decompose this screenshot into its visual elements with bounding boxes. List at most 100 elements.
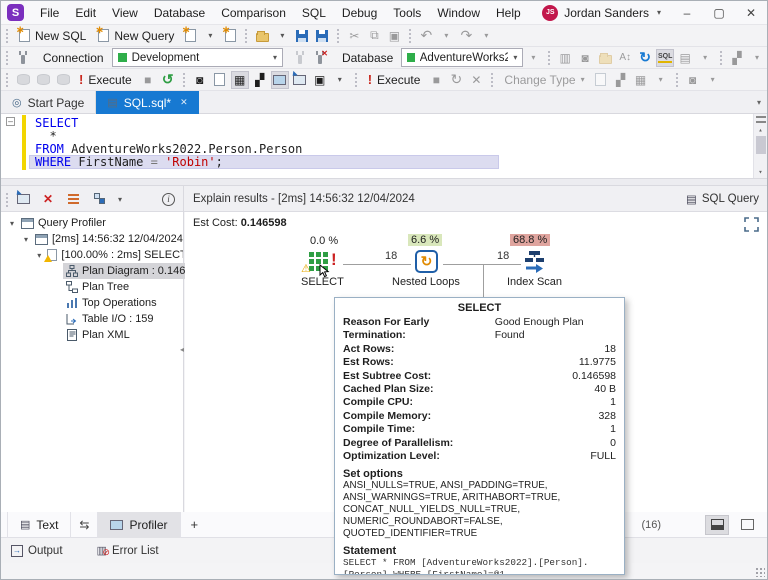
connect-button[interactable]	[291, 49, 309, 67]
tab-text[interactable]: ▤ Text	[7, 511, 72, 538]
user-menu-caret-icon[interactable]: ▾	[657, 8, 661, 17]
toolbar-grip[interactable]	[5, 28, 9, 43]
scroll-up-icon[interactable]: ▴	[758, 126, 762, 134]
swap-tabs-icon[interactable]: ⇆	[71, 518, 97, 532]
tree-item-query-profiler[interactable]: ▾ Query Profiler	[1, 215, 183, 231]
results-cascade-button[interactable]: ▞	[612, 71, 630, 89]
toolbar-grip[interactable]	[547, 50, 552, 65]
open-query-folder-button[interactable]	[596, 49, 614, 67]
tree-item-plan-diagram[interactable]: Plan Diagram : 0.146598	[1, 263, 207, 279]
scroll-down-icon[interactable]: ▾	[758, 168, 762, 176]
output-button[interactable]: → Output	[1, 544, 73, 557]
view-mode-dropdown[interactable]: ▾	[111, 190, 129, 208]
tree-item-plan-tree[interactable]: Plan Tree	[1, 279, 183, 295]
maximize-button[interactable]: ▢	[703, 1, 735, 25]
full-layout-toggle[interactable]	[735, 515, 759, 535]
snippet-button[interactable]: ◙	[576, 49, 594, 67]
results-dropdown[interactable]: ▾	[652, 71, 670, 89]
database-select[interactable]: AdventureWorks20... ▾	[401, 48, 524, 67]
database-extra-dropdown[interactable]: ▾	[524, 49, 542, 67]
toolbar-grip[interactable]	[244, 28, 249, 43]
new-connection-button[interactable]	[14, 49, 32, 67]
fold-marker[interactable]: –	[6, 117, 15, 126]
tab-overflow-dropdown[interactable]: ▾	[757, 98, 761, 107]
save-button[interactable]	[293, 27, 311, 45]
resize-grip[interactable]	[755, 567, 765, 577]
undo-dropdown[interactable]: ▾	[437, 27, 455, 45]
add-image-button[interactable]	[291, 71, 309, 89]
window-layout-button[interactable]: ▞	[728, 49, 746, 67]
menu-view[interactable]: View	[104, 1, 146, 25]
tile-view-button[interactable]: ▞	[251, 71, 269, 89]
new-document-dropdown[interactable]: ▾	[201, 27, 219, 45]
redo-dropdown[interactable]: ▾	[477, 27, 495, 45]
show-plan-button[interactable]: ▦	[230, 70, 249, 89]
connection-select[interactable]: Development ▾	[111, 48, 283, 67]
editor-scrollbar[interactable]: ▴ ▾	[753, 114, 767, 178]
chevron-down-icon[interactable]: ▾	[21, 235, 31, 244]
plan-tools-dropdown[interactable]: ▾	[331, 71, 349, 89]
new-query-button[interactable]: ∗ New Query	[92, 25, 180, 46]
toolbar-grip[interactable]	[5, 191, 9, 207]
toolbar-grip[interactable]	[719, 50, 724, 65]
view-mode-button[interactable]	[91, 190, 109, 208]
parameters-dropdown[interactable]: ▾	[696, 49, 714, 67]
fit-results-button[interactable]: ▦	[632, 71, 650, 89]
collapse-tree-arrow-icon[interactable]: ◂	[180, 345, 184, 354]
menu-database[interactable]: Database	[146, 1, 213, 25]
close-tab-icon[interactable]: ✕	[180, 97, 188, 108]
stop-secondary-button[interactable]: ■	[427, 71, 445, 89]
tree-item-top-operations[interactable]: Top Operations	[1, 295, 183, 311]
node-select[interactable]: ! ⚠	[301, 250, 337, 278]
node-nested-loops[interactable]: ↻	[415, 250, 438, 273]
database-tool-3-button[interactable]	[54, 71, 72, 89]
change-type-button[interactable]: Change Type ▾	[498, 70, 590, 90]
paste-button[interactable]: ▣	[385, 27, 403, 45]
new-document-button[interactable]: ∗	[181, 25, 199, 45]
add-result-tab-button[interactable]: +	[181, 517, 209, 532]
parameters-button[interactable]: ▤	[676, 49, 694, 67]
sql-editor[interactable]: – SELECT * FROM AdventureWorks2022.Perso…	[1, 114, 767, 178]
new-sql-button[interactable]: ∗ New SQL	[13, 25, 92, 46]
chevron-down-icon[interactable]: ▾	[35, 251, 43, 260]
sql-query-badge[interactable]: ▤ SQL Query	[686, 192, 759, 206]
refresh-results-button[interactable]: ↻	[447, 71, 465, 89]
redo-button[interactable]: ↷	[457, 27, 475, 45]
cascade-windows-button[interactable]: ▣	[311, 71, 329, 89]
menu-edit[interactable]: Edit	[67, 1, 104, 25]
window-layout-dropdown[interactable]: ▾	[748, 49, 766, 67]
execute-secondary-button[interactable]: ! Execute	[362, 70, 427, 90]
delete-result-button[interactable]: ✕	[39, 190, 57, 208]
tab-sql-file[interactable]: ▤ SQL.sql* ✕	[96, 91, 199, 114]
results-doc-button[interactable]	[592, 71, 610, 89]
database-tool-1-button[interactable]	[14, 71, 32, 89]
screenshot-button[interactable]: ◙	[684, 71, 702, 89]
toolbar-grip[interactable]	[5, 50, 9, 65]
error-list-button[interactable]: ▥ ⊘ Error List	[87, 544, 169, 558]
menu-sql[interactable]: SQL	[294, 1, 334, 25]
database-tool-2-button[interactable]	[34, 71, 52, 89]
tree-item-plan-xml[interactable]: Plan XML	[1, 327, 183, 343]
chevron-down-icon[interactable]: ▾	[7, 219, 17, 228]
open-file-button[interactable]	[253, 27, 271, 45]
toolbar-grip[interactable]	[181, 72, 186, 87]
scrollbar-thumb[interactable]	[755, 136, 766, 154]
toolbar-grip[interactable]	[336, 28, 341, 43]
sort-letters-button[interactable]: A↕	[616, 49, 634, 67]
toolbar-grip[interactable]	[5, 72, 9, 87]
cut-button[interactable]: ✂	[345, 27, 363, 45]
user-avatar[interactable]: JS	[542, 4, 559, 21]
export-plan-button[interactable]	[211, 71, 229, 89]
indent-button[interactable]: ▥	[556, 49, 574, 67]
menu-window[interactable]: Window	[429, 1, 488, 25]
undo-button[interactable]: ↶	[417, 27, 435, 45]
tab-profiler[interactable]: Profiler	[97, 511, 181, 538]
clear-results-button[interactable]	[64, 190, 82, 208]
query-profiler-button[interactable]: ◙	[191, 71, 209, 89]
user-name[interactable]: Jordan Sanders	[564, 6, 649, 20]
refresh-button[interactable]: ↻	[636, 49, 654, 67]
save-all-button[interactable]	[313, 27, 331, 45]
node-index-scan[interactable]	[522, 249, 547, 277]
diagram-view-button[interactable]	[270, 70, 289, 89]
toolbar-grip[interactable]	[408, 28, 413, 43]
